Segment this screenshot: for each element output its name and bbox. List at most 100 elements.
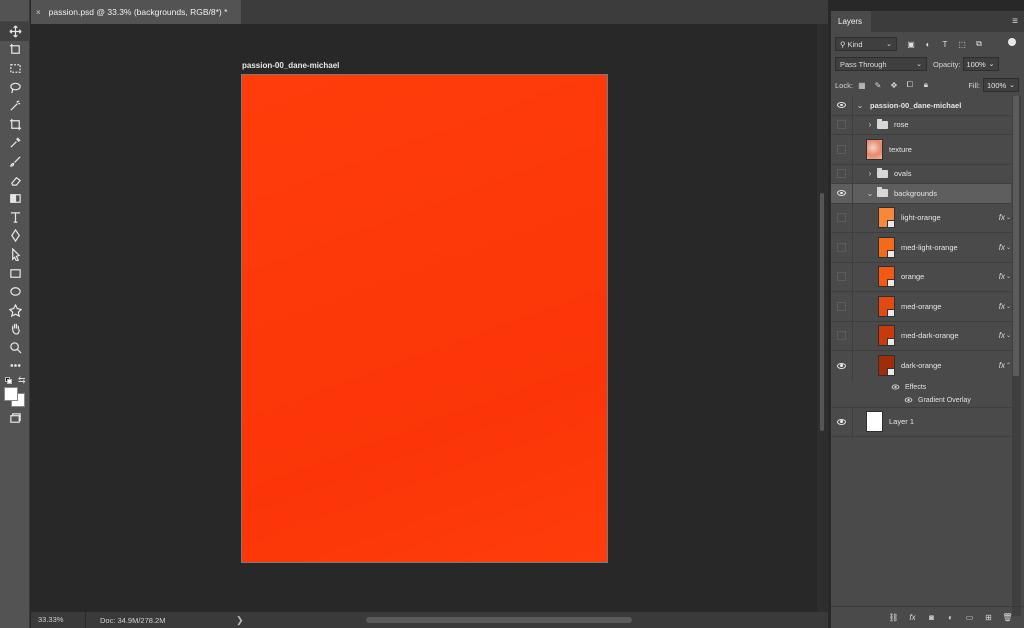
filter-toggle-icon[interactable] [1008, 38, 1016, 46]
opacity-field[interactable]: 100% ⌄ [962, 57, 999, 71]
panel-menu-icon[interactable]: ≡ [1012, 16, 1018, 27]
fx-icon[interactable]: fx [999, 331, 1005, 340]
pen-tool-icon[interactable] [0, 227, 30, 246]
brush-tool-icon[interactable] [0, 152, 30, 171]
layer-row-layer-1[interactable]: Layer 1 [831, 407, 1011, 437]
layer-row-rose[interactable]: › rose [831, 115, 1011, 135]
horizontal-scroll-thumb[interactable] [366, 617, 632, 623]
vertical-scrollbar[interactable] [817, 24, 828, 612]
custom-shape-tool-icon[interactable] [0, 301, 30, 320]
lock-artboard-icon[interactable]: ⧠ [905, 80, 915, 90]
chevron-down-icon[interactable]: ⌄ [855, 101, 865, 110]
visibility-toggle[interactable] [831, 184, 853, 203]
visibility-toggle[interactable] [831, 262, 853, 291]
layer-row-light-orange[interactable]: light-orange fx ⌄ [831, 203, 1011, 233]
layer-row-ovals[interactable]: › ovals [831, 164, 1011, 184]
magic-wand-tool-icon[interactable] [0, 96, 30, 115]
zoom-level[interactable]: 33.33% [31, 612, 86, 628]
smart-object-filter-icon[interactable]: ⧉ [973, 38, 985, 50]
gradient-tool-icon[interactable] [0, 189, 30, 208]
type-filter-icon[interactable]: T [939, 38, 951, 50]
blend-mode-select[interactable]: Pass Through ⌄ [835, 57, 927, 71]
fx-icon[interactable]: fx [999, 213, 1005, 222]
shape-filter-icon[interactable]: ⬚ [956, 38, 968, 50]
lasso-tool-icon[interactable] [0, 78, 30, 97]
visibility-toggle[interactable] [831, 321, 853, 350]
visibility-toggle[interactable] [831, 407, 853, 436]
visibility-toggle[interactable] [831, 135, 853, 164]
default-colors-icon[interactable] [5, 377, 12, 385]
panel-scroll-thumb[interactable] [1013, 96, 1019, 376]
layer-row-texture[interactable]: texture [831, 135, 1011, 165]
fx-icon[interactable]: fx [999, 243, 1005, 252]
marquee-tool-icon[interactable] [0, 59, 30, 78]
lock-transparency-icon[interactable]: ▦ [857, 80, 867, 90]
quick-mask-icon[interactable] [0, 409, 30, 428]
status-menu-arrow[interactable]: ❯ [236, 615, 244, 626]
zoom-tool-icon[interactable] [0, 338, 30, 357]
trash-icon[interactable]: 🗑︎ [1002, 612, 1013, 623]
adjustment-filter-icon[interactable]: ◐ [922, 38, 934, 50]
chevron-down-icon[interactable]: ⌄ [1006, 214, 1011, 221]
visibility-toggle[interactable] [831, 292, 853, 321]
toolbar-grip[interactable] [0, 0, 29, 22]
crop-tool-icon[interactable] [0, 115, 30, 134]
fx-icon[interactable]: fx [999, 272, 1005, 281]
hand-tool-icon[interactable] [0, 320, 30, 339]
new-group-icon[interactable]: ▭ [964, 612, 975, 623]
fx-icon[interactable]: fx [999, 302, 1005, 311]
lock-all-icon[interactable]: 🔒︎ [921, 80, 931, 90]
eyedropper-tool-icon[interactable] [0, 134, 30, 153]
document-tab[interactable]: × passion.psd @ 33.3% (backgrounds, RGB/… [31, 0, 241, 24]
artboard-tool-icon[interactable] [0, 41, 30, 60]
fill-field[interactable]: 100% ⌄ [983, 78, 1019, 92]
eye-icon[interactable] [904, 397, 913, 403]
pixel-filter-icon[interactable]: ▣ [905, 38, 917, 50]
add-mask-icon[interactable]: ◙ [926, 612, 937, 623]
chevron-down-icon[interactable]: ⌄ [1006, 332, 1011, 339]
layer-row-artboard[interactable]: ⌄ passion-00_dane-michael [831, 96, 1011, 116]
layer-row-backgrounds[interactable]: ⌄ backgrounds [831, 184, 1011, 204]
chevron-down-icon[interactable]: ⌄ [1006, 303, 1011, 310]
fx-menu-icon[interactable]: fx [907, 612, 918, 623]
chevron-down-icon[interactable]: ⌄ [1006, 244, 1011, 251]
visibility-toggle[interactable] [831, 96, 853, 115]
link-layers-icon[interactable]: ⛓ [888, 612, 899, 623]
lock-image-icon[interactable]: ✎ [873, 80, 883, 90]
effects-row[interactable]: Effects [831, 380, 1011, 394]
chevron-down-icon[interactable]: ⌄ [865, 189, 875, 198]
type-tool-icon[interactable] [0, 208, 30, 227]
visibility-toggle[interactable] [831, 203, 853, 232]
fx-icon[interactable]: fx [999, 361, 1005, 370]
lock-position-icon[interactable]: ✥ [889, 80, 899, 90]
foreground-color-swatch[interactable] [4, 387, 18, 402]
new-layer-icon[interactable]: ⊞ [983, 612, 994, 623]
more-tools-icon[interactable] [0, 357, 30, 376]
visibility-toggle[interactable] [831, 115, 853, 134]
chevron-right-icon[interactable]: › [865, 120, 875, 129]
layer-row-med-light-orange[interactable]: med-light-orange fx ⌄ [831, 233, 1011, 263]
path-selection-tool-icon[interactable] [0, 245, 30, 264]
eye-icon[interactable] [891, 384, 900, 390]
ellipse-tool-icon[interactable] [0, 282, 30, 301]
kind-filter-select[interactable]: ⚲ Kind ⌄ [835, 37, 897, 51]
vertical-scroll-thumb[interactable] [819, 192, 825, 432]
layer-row-med-dark-orange[interactable]: med-dark-orange fx ⌄ [831, 321, 1011, 351]
close-tab-icon[interactable]: × [36, 8, 41, 17]
gradient-overlay-row[interactable]: Gradient Overlay [831, 394, 1011, 408]
rectangle-tool-icon[interactable] [0, 264, 30, 283]
layer-row-med-orange[interactable]: med-orange fx ⌄ [831, 292, 1011, 322]
move-tool-icon[interactable] [0, 22, 30, 41]
swap-colors-icon[interactable]: ⇆ [18, 375, 26, 386]
new-adjustment-icon[interactable]: ◐ [945, 612, 956, 623]
artboard-label[interactable]: passion-00_dane-michael [242, 61, 339, 70]
chevron-right-icon[interactable]: › [865, 169, 875, 178]
layer-row-dark-orange[interactable]: dark-orange fx ⌃ [831, 351, 1011, 381]
eraser-tool-icon[interactable] [0, 171, 30, 190]
layers-tab[interactable]: Layers [831, 11, 871, 32]
canvas-area[interactable]: passion-00_dane-michael [31, 24, 817, 612]
chevron-up-icon[interactable]: ⌃ [1006, 362, 1011, 369]
panel-scrollbar[interactable] [1012, 96, 1021, 616]
layer-row-orange[interactable]: orange fx ⌄ [831, 262, 1011, 292]
visibility-toggle[interactable] [831, 164, 853, 183]
